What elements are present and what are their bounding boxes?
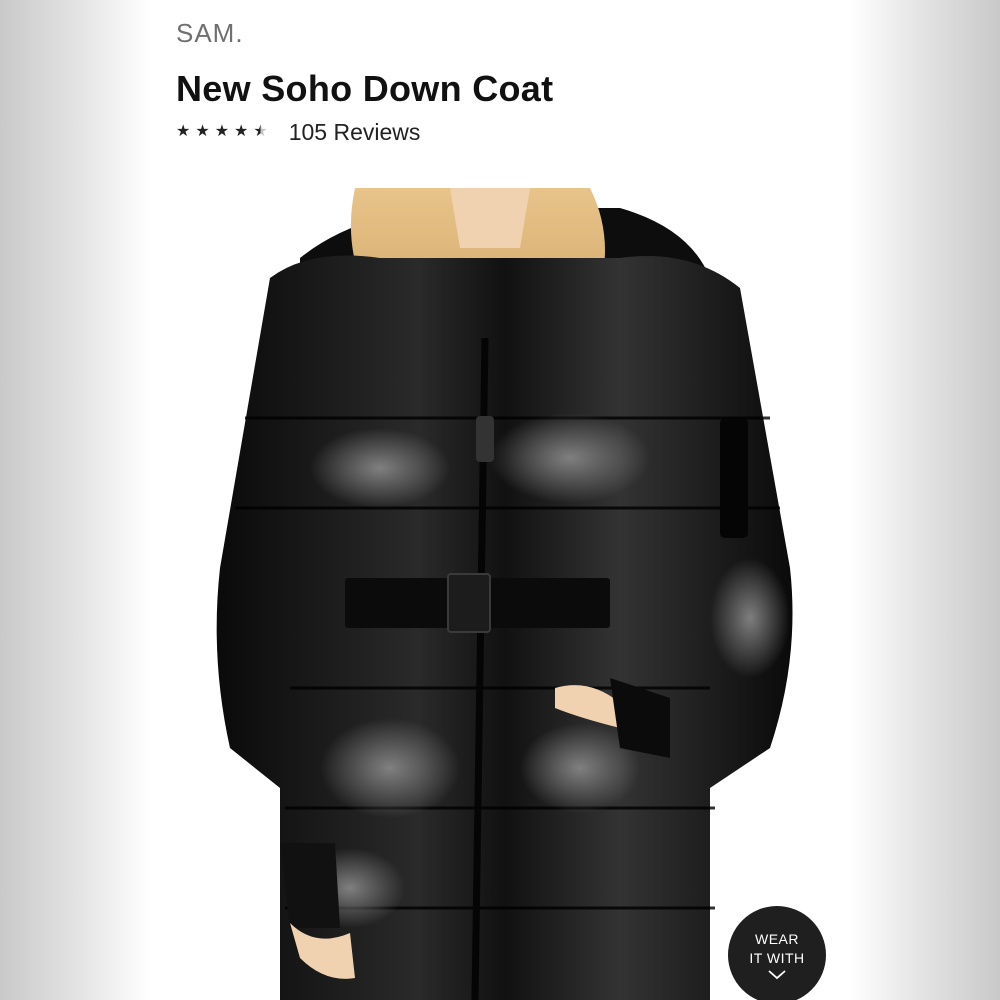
half-star-icon: ★ <box>253 123 268 140</box>
chevron-down-icon <box>768 970 786 980</box>
brand-name[interactable]: SAM. <box>176 18 244 49</box>
wear-it-with-label-1: WEAR <box>755 931 799 947</box>
product-title: New Soho Down Coat <box>176 68 554 109</box>
star-icon: ★ <box>195 123 210 140</box>
coat-illustration <box>216 188 793 1000</box>
star-icon: ★ <box>234 123 249 140</box>
product-card: SAM. New Soho Down Coat ★ ★ ★ ★ ★ 105 Re… <box>150 0 852 1000</box>
wear-it-with-label-2: IT WITH <box>749 950 805 966</box>
reviews-link[interactable]: 105 Reviews <box>289 119 421 146</box>
product-photo[interactable] <box>150 188 852 1000</box>
rating-row[interactable]: ★ ★ ★ ★ ★ 105 Reviews <box>176 118 420 146</box>
star-rating: ★ ★ ★ ★ ★ <box>176 124 273 140</box>
star-icon: ★ <box>176 123 191 140</box>
wear-it-with-button[interactable]: WEAR IT WITH <box>728 906 826 1000</box>
star-icon: ★ <box>214 123 230 140</box>
